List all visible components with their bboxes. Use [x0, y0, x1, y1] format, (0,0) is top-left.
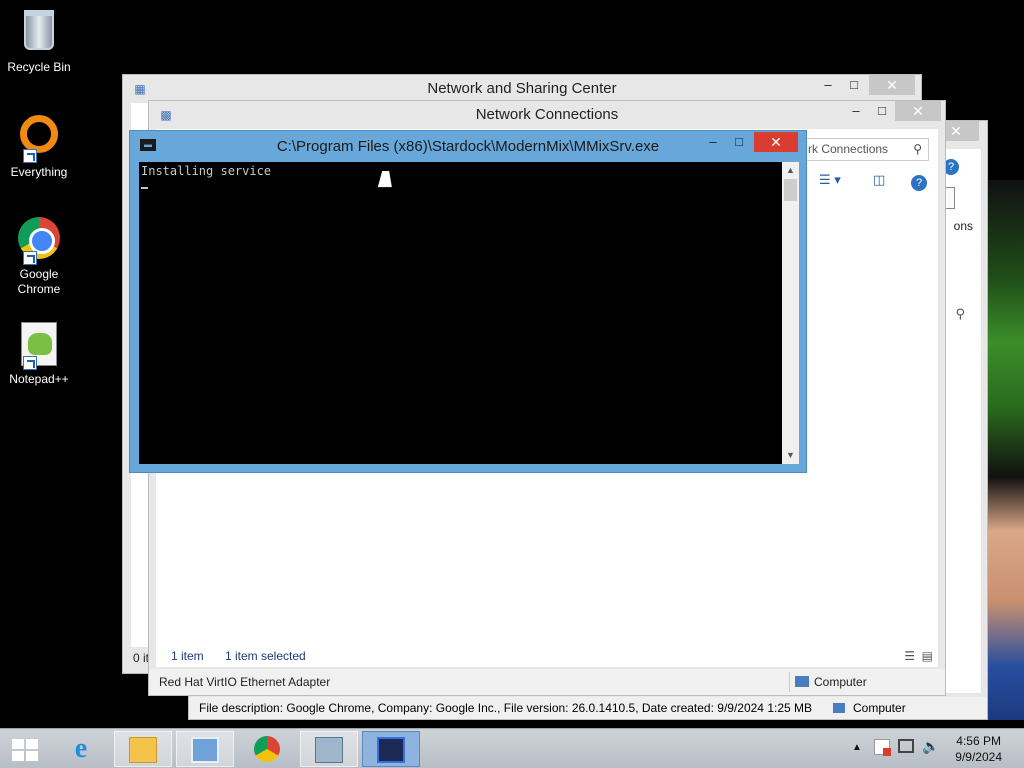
taskbar-internet-explorer[interactable]: e: [52, 731, 110, 767]
clock-date: 9/9/2024: [955, 750, 1002, 764]
console-window: ▬ C:\Program Files (x86)\Stardock\Modern…: [129, 130, 807, 473]
recycle-bin-icon: [15, 10, 63, 58]
console-maximize-button[interactable]: □: [726, 132, 752, 152]
ribbon-label-fragment: ons: [953, 219, 973, 233]
shortcut-arrow-icon: [23, 251, 37, 265]
console-app-icon: ▬: [140, 139, 156, 151]
nsc-minimize-button[interactable]: –: [815, 75, 841, 95]
item-count: 1 item: [171, 649, 204, 663]
desktop-icon-label: Recycle Bin: [7, 60, 71, 74]
console-minimize-button[interactable]: –: [700, 132, 726, 152]
network-icon: ▦: [134, 82, 146, 96]
help-icon[interactable]: ?: [911, 175, 927, 191]
taskbar-file-explorer[interactable]: [114, 731, 172, 767]
nc-titlebar[interactable]: ▩ Network Connections – □ ✕: [149, 101, 945, 129]
shortcut-arrow-icon: [23, 356, 37, 370]
desktop-icon-notepad-plus-plus[interactable]: Notepad++: [0, 320, 78, 387]
console-scrollbar[interactable]: ▲ ▼: [782, 162, 799, 464]
desktop-icon-label: Notepad++: [9, 372, 69, 386]
chrome-icon: [15, 217, 63, 265]
search-icon[interactable]: ⚲: [913, 139, 922, 160]
taskbar-setup[interactable]: [300, 731, 358, 767]
change-view-icon[interactable]: ☰ ▾: [819, 172, 841, 194]
nsc-status: 0 it: [133, 651, 150, 665]
status-divider: [789, 672, 790, 692]
selected-count: 1 item selected: [225, 649, 306, 663]
network-status-icon[interactable]: [898, 739, 914, 753]
status-location: Computer: [853, 701, 906, 715]
nsc-titlebar[interactable]: ▦ Network and Sharing Center – □ ✕: [123, 75, 921, 103]
explorer-statusbar: File description: Google Chrome, Company…: [189, 697, 987, 719]
taskbar-console[interactable]: [362, 731, 420, 767]
scroll-thumb[interactable]: [784, 179, 797, 201]
taskbar: e ▲ 🔈 4:56 PM 9/9/2024: [0, 728, 1024, 768]
system-clock[interactable]: 4:56 PM 9/9/2024: [955, 733, 1002, 765]
everything-search-icon: [15, 115, 63, 163]
text-cursor: [141, 187, 148, 189]
nc-minimize-button[interactable]: –: [843, 101, 869, 121]
search-input[interactable]: rk Connections ⚲: [799, 138, 929, 161]
clock-time: 4:56 PM: [956, 734, 1001, 748]
taskbar-control-panel[interactable]: [176, 731, 234, 767]
scroll-down-arrow-icon[interactable]: ▼: [782, 447, 799, 464]
network-connections-icon: ▩: [160, 108, 172, 122]
folder-icon: [129, 737, 157, 763]
nsc-title: Network and Sharing Center: [427, 80, 617, 97]
nsc-close-button[interactable]: ✕: [869, 75, 915, 95]
volume-muted-icon[interactable]: 🔈: [922, 738, 939, 755]
console-line: Installing service: [141, 164, 272, 178]
installer-icon: [315, 737, 343, 763]
nc-close-button[interactable]: ✕: [895, 101, 941, 121]
computer-icon: [833, 703, 845, 713]
status-item: Red Hat VirtIO Ethernet Adapter: [159, 675, 331, 689]
ie-icon: e: [74, 733, 88, 764]
show-hidden-icons-chevron-icon[interactable]: ▲: [852, 742, 862, 753]
nc-statusbar: Red Hat VirtIO Ethernet Adapter Computer: [149, 669, 945, 695]
preview-pane-icon[interactable]: ◫: [873, 172, 885, 194]
scroll-up-arrow-icon[interactable]: ▲: [782, 162, 799, 179]
desktop-icon-everything[interactable]: Everything: [0, 110, 78, 180]
shortcut-arrow-icon: [23, 149, 37, 163]
control-panel-icon: [191, 737, 219, 763]
desktop-icon-recycle-bin[interactable]: Recycle Bin: [0, 6, 78, 75]
notepad-plus-plus-icon: [15, 322, 63, 370]
taskbar-google-chrome[interactable]: [238, 731, 296, 767]
nc-maximize-button[interactable]: □: [869, 101, 895, 121]
console-titlebar[interactable]: ▬ C:\Program Files (x86)\Stardock\Modern…: [130, 131, 806, 162]
desktop-icon-chrome[interactable]: Google Chrome: [0, 214, 78, 297]
console-icon: [377, 737, 405, 763]
search-placeholder: rk Connections: [808, 142, 889, 156]
computer-icon: [795, 676, 809, 687]
console-title: C:\Program Files (x86)\Stardock\ModernMi…: [276, 138, 660, 155]
action-center-flag-icon[interactable]: [874, 739, 891, 756]
chrome-icon: [254, 736, 280, 762]
desktop-icon-label: Google Chrome: [17, 267, 61, 296]
view-toggle-icons[interactable]: ☰ ▤: [904, 649, 933, 663]
search-icon[interactable]: ⚲: [955, 306, 965, 322]
status-location: Computer: [814, 675, 867, 689]
file-description: File description: Google Chrome, Company…: [199, 701, 813, 715]
start-button[interactable]: [12, 739, 38, 761]
console-close-button[interactable]: ✕: [754, 132, 798, 152]
nc-title: Network Connections: [475, 106, 619, 123]
desktop-icon-label: Everything: [10, 165, 68, 179]
nsc-maximize-button[interactable]: □: [841, 75, 867, 95]
console-output[interactable]: Installing service: [139, 162, 782, 464]
